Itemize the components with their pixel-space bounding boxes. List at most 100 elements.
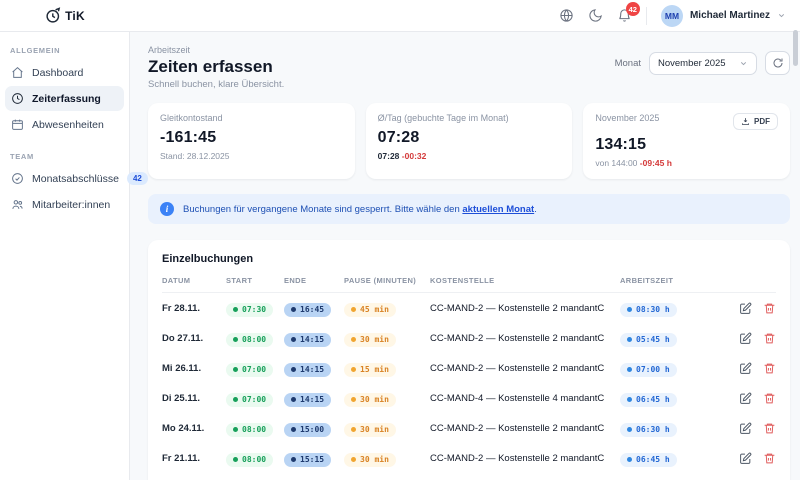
sidebar-section-team: Team — [0, 146, 129, 165]
start-time-badge: 07:00 — [226, 393, 273, 407]
delete-button[interactable] — [763, 302, 776, 315]
info-icon: i — [160, 202, 174, 216]
worktime-badge: 06:45 h — [620, 393, 677, 407]
worktime-badge: 06:30 h — [620, 423, 677, 437]
month-controls: Monat November 2025 — [615, 51, 790, 75]
table-row: Di 25.11. 07:00 14:15 30 min CC-MAND-4 —… — [162, 383, 776, 413]
sidebar-item-label: Dashboard — [32, 67, 83, 79]
check-circle-icon — [11, 172, 24, 185]
start-time-badge: 08:00 — [226, 423, 273, 437]
scrollbar-thumb[interactable] — [793, 30, 798, 66]
worktime: 06:45 h — [636, 395, 670, 404]
topbar: TiK — [0, 0, 800, 32]
status-dot-icon — [351, 307, 356, 312]
table-row: Fr 28.11. 07:30 16:45 45 min CC-MAND-2 —… — [162, 293, 776, 323]
col-header-pause: Pause (Minuten) — [344, 276, 430, 285]
stat-value: 134:15 — [595, 136, 778, 154]
pause-badge: 30 min — [344, 333, 396, 347]
end-time: 15:00 — [300, 425, 324, 434]
worktime: 06:45 h — [636, 455, 670, 464]
pdf-export-button[interactable]: PDF — [733, 113, 778, 130]
status-dot-icon — [233, 337, 238, 342]
pause-badge: 30 min — [344, 423, 396, 437]
dark-mode-button[interactable] — [588, 8, 603, 23]
trash-icon — [763, 422, 776, 435]
month-select-value: November 2025 — [658, 58, 726, 69]
pencil-icon — [739, 392, 752, 405]
sidebar-item-abwesenheiten[interactable]: Abwesenheiten — [5, 112, 124, 137]
sidebar-item-label: Monatsabschlüsse — [32, 173, 119, 185]
status-dot-icon — [627, 397, 632, 402]
delete-button[interactable] — [763, 422, 776, 435]
end-time-badge: 15:15 — [284, 453, 331, 467]
stat-label: November 2025 — [595, 113, 659, 123]
delete-button[interactable] — [763, 452, 776, 465]
edit-button[interactable] — [739, 392, 752, 405]
clock-logo-icon — [45, 7, 62, 24]
start-time-badge: 08:00 — [226, 333, 273, 347]
table-header-row: Datum Start Ende Pause (Minuten) Kostens… — [162, 276, 776, 293]
end-time: 14:15 — [300, 365, 324, 374]
status-dot-icon — [291, 427, 296, 432]
cost-center: CC-MAND-2 — Kostenstelle 2 mandantC — [430, 303, 620, 314]
status-dot-icon — [627, 457, 632, 462]
edit-button[interactable] — [739, 302, 752, 315]
table-row: Do 27.11. 08:00 14:15 30 min CC-MAND-2 —… — [162, 323, 776, 353]
trash-icon — [763, 392, 776, 405]
row-date: Do 27.11. — [162, 333, 226, 344]
stat-sub-strong: 07:28 — [378, 151, 400, 161]
stat-label: Gleitkontostand — [160, 113, 343, 123]
delete-button[interactable] — [763, 362, 776, 375]
end-time: 14:15 — [300, 335, 324, 344]
start-time-badge: 07:00 — [226, 363, 273, 377]
current-month-link[interactable]: aktuellen Monat — [462, 204, 534, 215]
delete-button[interactable] — [763, 332, 776, 345]
start-time: 07:00 — [242, 395, 266, 404]
status-dot-icon — [351, 337, 356, 342]
delete-button[interactable] — [763, 392, 776, 405]
sidebar-item-dashboard[interactable]: Dashboard — [5, 60, 124, 85]
pdf-button-label: PDF — [754, 117, 770, 126]
avatar: MM — [661, 5, 683, 27]
month-select[interactable]: November 2025 — [649, 52, 757, 75]
refresh-button[interactable] — [765, 51, 790, 75]
pause-minutes: 30 min — [360, 425, 389, 434]
notifications-button[interactable]: 42 — [617, 8, 632, 23]
sidebar-item-zeiterfassung[interactable]: Zeiterfassung — [5, 86, 124, 111]
edit-button[interactable] — [739, 422, 752, 435]
row-date: Di 25.11. — [162, 393, 226, 404]
edit-button[interactable] — [739, 362, 752, 375]
topbar-divider — [646, 7, 647, 25]
bookings-table-card: Einzelbuchungen Datum Start Ende Pause (… — [148, 240, 790, 480]
app-logo[interactable]: TiK — [0, 7, 130, 24]
page-header: Arbeitszeit Zeiten erfassen Schnell buch… — [148, 45, 790, 90]
sidebar-item-monatsabschluesse[interactable]: Monatsabschlüsse 42 — [5, 166, 124, 191]
notification-count-badge: 42 — [626, 2, 640, 16]
sidebar-item-label: Abwesenheiten — [32, 119, 104, 131]
worktime-badge: 07:00 h — [620, 363, 677, 377]
stat-cards: Gleitkontostand -161:45 Stand: 28.12.202… — [148, 103, 790, 179]
pause-minutes: 15 min — [360, 365, 389, 374]
user-name: Michael Martinez — [690, 10, 770, 21]
sidebar-item-mitarbeiter[interactable]: Mitarbeiter:innen — [5, 192, 124, 217]
end-time: 14:15 — [300, 395, 324, 404]
pencil-icon — [739, 362, 752, 375]
row-date: Fr 28.11. — [162, 303, 226, 314]
user-menu[interactable]: MM Michael Martinez — [661, 5, 786, 27]
status-dot-icon — [291, 367, 296, 372]
month-label: Monat — [615, 58, 641, 69]
worktime: 05:45 h — [636, 335, 670, 344]
cost-center: CC-MAND-2 — Kostenstelle 2 mandantC — [430, 363, 620, 374]
pencil-icon — [739, 302, 752, 315]
table-row: Fr 21.11. 08:00 15:15 30 min CC-MAND-2 —… — [162, 443, 776, 473]
status-dot-icon — [627, 337, 632, 342]
cost-center: CC-MAND-2 — Kostenstelle 2 mandantC — [430, 423, 620, 434]
status-dot-icon — [627, 307, 632, 312]
stat-sub: 07:28 -00:32 — [378, 151, 561, 161]
main-content: Arbeitszeit Zeiten erfassen Schnell buch… — [130, 32, 800, 480]
language-globe-button[interactable] — [559, 8, 574, 23]
edit-button[interactable] — [739, 452, 752, 465]
pause-badge: 45 min — [344, 303, 396, 317]
status-dot-icon — [351, 397, 356, 402]
edit-button[interactable] — [739, 332, 752, 345]
